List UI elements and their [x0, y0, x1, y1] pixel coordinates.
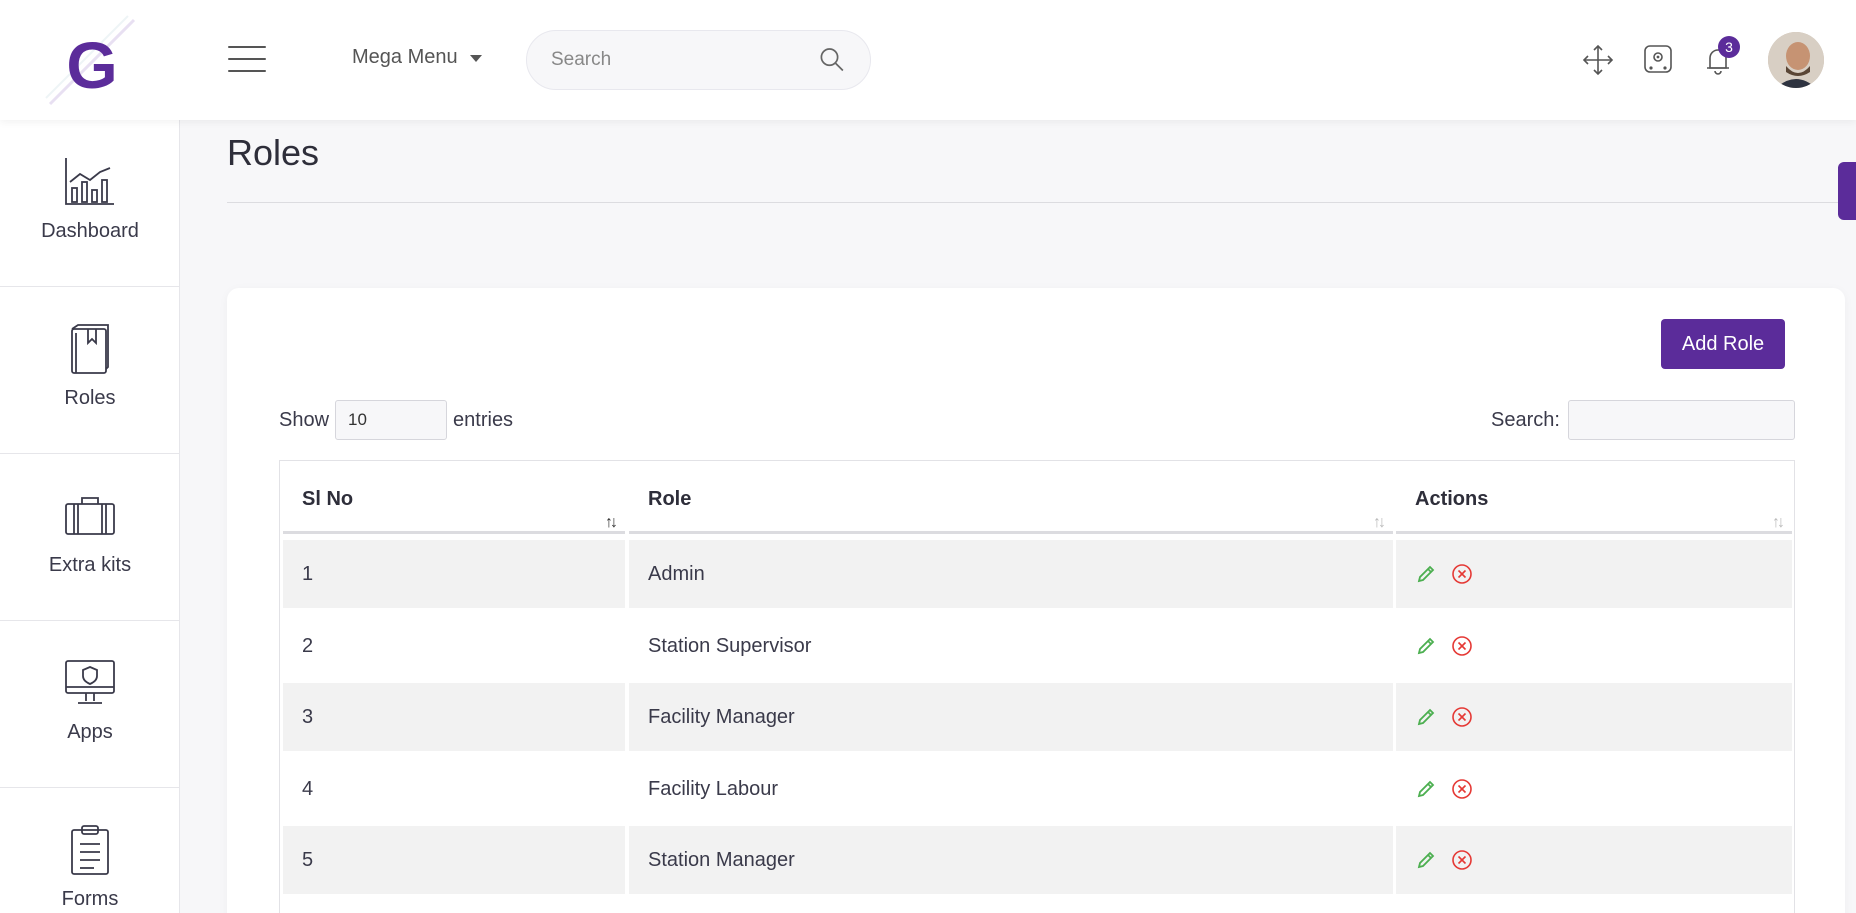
- svg-text:G: G: [66, 28, 117, 102]
- avatar-image-icon: [1768, 32, 1824, 88]
- sl-no-cell: 3: [283, 683, 625, 751]
- delete-circle-x-icon[interactable]: [1451, 563, 1473, 585]
- table-search-label: Search:: [1491, 408, 1560, 431]
- sl-no-cell: 4: [302, 777, 314, 800]
- role-cell: Admin: [629, 540, 1393, 608]
- role-cell: Facility Manager: [629, 683, 1393, 751]
- add-role-button[interactable]: Add Role: [1661, 319, 1785, 369]
- top-header: G Mega Menu 3: [0, 0, 1856, 120]
- column-header-label: Actions: [1415, 488, 1489, 510]
- role-cell: Station Supervisor: [648, 634, 812, 657]
- delete-circle-x-icon[interactable]: [1451, 706, 1473, 728]
- sidebar-item-label: Extra kits: [48, 554, 132, 576]
- column-header-role[interactable]: Role ↑↓: [629, 467, 1393, 534]
- brand-logo-icon[interactable]: G: [44, 14, 140, 110]
- entries-label: entries: [453, 408, 514, 431]
- delete-circle-x-icon[interactable]: [1451, 635, 1473, 657]
- header-search: [526, 30, 871, 90]
- briefcase-icon: [65, 497, 115, 535]
- sl-no-cell: 1: [283, 540, 625, 608]
- monitor-shield-icon: [65, 660, 115, 704]
- sidebar-item-extra-kits[interactable]: Extra kits: [0, 454, 180, 621]
- notification-badge: 3: [1718, 36, 1740, 58]
- page-title: Roles: [227, 132, 320, 173]
- sidebar-item-label: Dashboard: [41, 220, 139, 242]
- book-icon: [71, 324, 109, 374]
- mega-menu-dropdown[interactable]: Mega Menu: [352, 46, 482, 69]
- edit-pencil-icon[interactable]: [1415, 563, 1437, 585]
- sidebar-item-label: Forms: [61, 888, 119, 910]
- entries-length-control: Show 10 entries: [279, 400, 513, 440]
- table-search-input[interactable]: [1567, 400, 1795, 440]
- search-icon[interactable]: [819, 46, 846, 74]
- edit-pencil-icon[interactable]: [1415, 849, 1437, 871]
- actions-cell: [1396, 755, 1792, 823]
- actions-cell: [1396, 540, 1792, 608]
- settings-side-tab[interactable]: [1838, 162, 1856, 220]
- show-label: Show: [279, 408, 330, 431]
- sidebar-item-label: Apps: [67, 721, 113, 743]
- column-header-sl-no[interactable]: Sl No ↑↓: [283, 467, 625, 534]
- caret-down-icon: [469, 55, 482, 62]
- chart-icon: [65, 158, 114, 205]
- edit-pencil-icon[interactable]: [1415, 778, 1437, 800]
- header-search-input[interactable]: [551, 49, 800, 71]
- clipboard-icon: [71, 825, 109, 875]
- column-header-label: Sl No: [302, 488, 354, 510]
- roles-table: Sl No ↑↓ Role ↑↓ Actions ↑↓ 1 Admin 2 Stati…: [279, 460, 1795, 913]
- actions-cell: [1396, 826, 1792, 894]
- mega-menu-label: Mega Menu: [352, 46, 458, 68]
- sl-no-cell: 5: [283, 826, 625, 894]
- table-row: 3 Facility Manager: [280, 683, 1796, 753]
- sl-no-cell: 2: [302, 634, 314, 657]
- table-row: 5 Station Manager: [280, 826, 1796, 896]
- delete-circle-x-icon[interactable]: [1451, 778, 1473, 800]
- fullscreen-move-icon[interactable]: [1580, 42, 1616, 78]
- table-search: Search:: [1491, 400, 1795, 440]
- title-divider: [227, 202, 1856, 203]
- delete-circle-x-icon[interactable]: [1451, 849, 1473, 871]
- user-avatar[interactable]: [1768, 32, 1824, 88]
- role-cell: Station Manager: [629, 826, 1393, 894]
- sidebar-item-forms[interactable]: Forms: [0, 788, 180, 913]
- edit-pencil-icon[interactable]: [1415, 706, 1437, 728]
- sidebar: Dashboard Roles Extra kits Apps Forms: [0, 120, 180, 913]
- table-row: 2 Station Supervisor: [280, 612, 1796, 682]
- role-cell: Facility Labour: [648, 777, 779, 800]
- column-header-actions[interactable]: Actions ↑↓: [1396, 467, 1792, 534]
- sidebar-item-dashboard[interactable]: Dashboard: [0, 120, 180, 287]
- cart-box-icon[interactable]: [1640, 42, 1676, 78]
- actions-cell: [1396, 683, 1792, 751]
- entries-select[interactable]: 10: [335, 400, 448, 440]
- table-row: 4 Facility Labour: [280, 755, 1796, 825]
- sidebar-item-roles[interactable]: Roles: [0, 287, 180, 454]
- sidebar-item-label: Roles: [64, 387, 116, 409]
- column-header-label: Role: [648, 488, 692, 510]
- menu-toggle-button[interactable]: [228, 46, 266, 74]
- edit-pencil-icon[interactable]: [1415, 635, 1437, 657]
- actions-cell: [1396, 612, 1792, 680]
- sidebar-item-apps[interactable]: Apps: [0, 621, 180, 788]
- table-row: 1 Admin: [280, 540, 1796, 610]
